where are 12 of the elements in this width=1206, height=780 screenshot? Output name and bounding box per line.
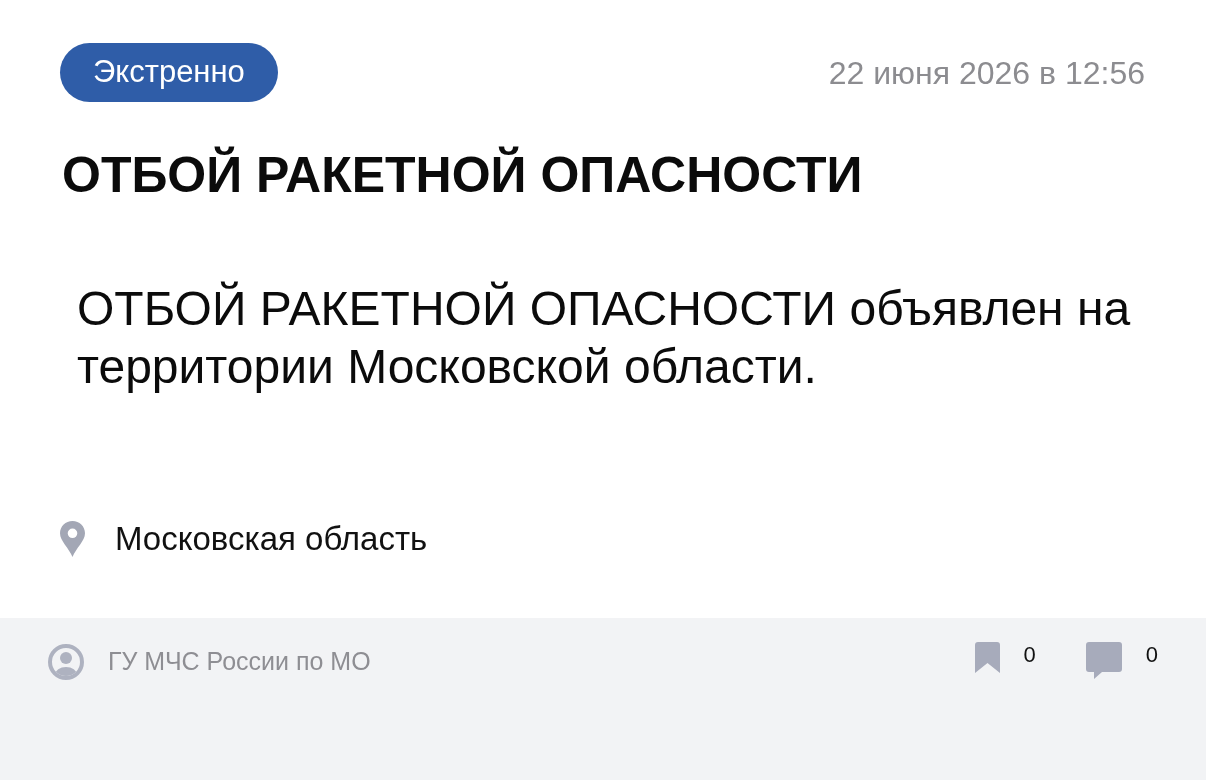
- urgent-badge: Экстренно: [60, 43, 278, 102]
- source-name: ГУ МЧС России по МО: [108, 646, 371, 677]
- post-title: ОТБОЙ РАКЕТНОЙ ОПАСНОСТИ: [62, 146, 863, 204]
- counter-value: 0: [1023, 642, 1036, 668]
- post-date: 22 июня 2026 в 12:56: [828, 53, 1145, 93]
- speech-bubble-icon: [1085, 642, 1122, 679]
- location-text: Московская область: [115, 519, 428, 559]
- bookmark-icon: [974, 642, 1000, 673]
- post-body: ОТБОЙ РАКЕТНОЙ ОПАСНОСТИ объявлен на территории Московской области.: [77, 280, 1132, 395]
- user-avatar-icon: [48, 643, 84, 680]
- counter-value: 0: [1145, 642, 1158, 668]
- map-pin-icon: [60, 520, 85, 557]
